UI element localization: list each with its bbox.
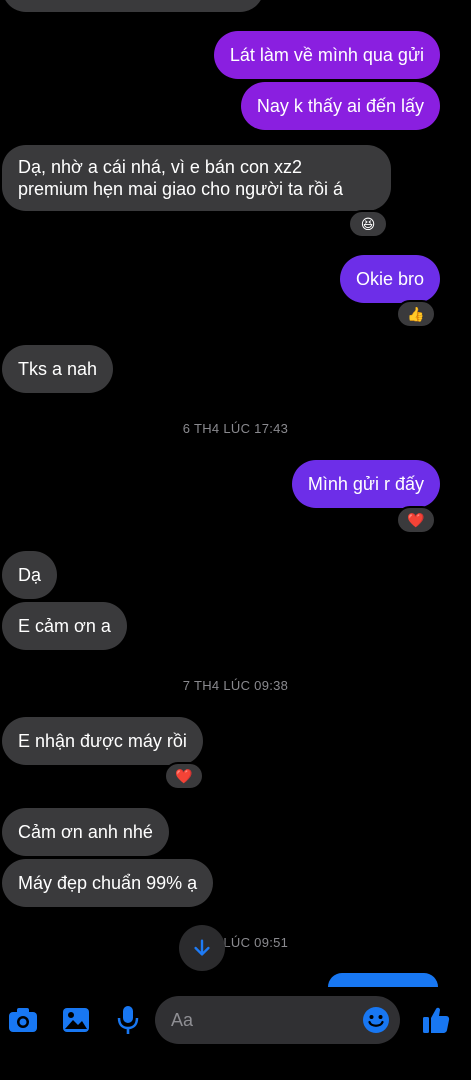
message-bubble-partial[interactable] xyxy=(328,973,438,987)
microphone-icon[interactable] xyxy=(111,1004,145,1036)
timestamp: 7 TH4 LÚC 09:51 xyxy=(182,935,289,950)
message-bubble-incoming[interactable]: Tks a nah xyxy=(2,345,114,393)
message-bubble-incoming[interactable]: Dạ xyxy=(2,551,58,599)
message-bubble-outgoing[interactable]: Okie bro xyxy=(339,255,440,303)
camera-icon[interactable] xyxy=(6,1004,40,1036)
message-line: premium hẹn mai giao cho người ta rồi á xyxy=(18,179,344,199)
timestamp: 6 TH4 LÚC 17:43 xyxy=(182,421,289,436)
reaction-thumbs-up-badge[interactable]: 👍 xyxy=(396,300,436,328)
message-bubble-outgoing[interactable]: Mình gửi r đấy xyxy=(291,460,440,508)
message-bubble-outgoing[interactable]: Lát làm về mình qua gửi xyxy=(213,31,440,79)
reaction-heart-badge[interactable]: ❤️ xyxy=(396,506,436,534)
message-bubble-incoming[interactable]: Cảm ơn anh nhé xyxy=(2,808,169,856)
arrow-down-icon xyxy=(194,939,210,956)
message-bubble-incoming[interactable]: E cảm ơn a xyxy=(2,602,127,650)
thumbs-up-icon[interactable] xyxy=(419,1004,453,1036)
gallery-icon[interactable] xyxy=(59,1004,93,1036)
message-bubble-outgoing[interactable]: Nay k thấy ai đến lấy xyxy=(240,82,440,130)
message-bubble-incoming[interactable]: E nhận được máy rồi xyxy=(2,717,203,765)
message-line: Dạ, nhờ a cái nhá, vì e bán con xz2 xyxy=(18,157,302,177)
emoji-icon[interactable] xyxy=(359,1004,393,1036)
message-bubble-partial[interactable] xyxy=(2,0,264,12)
reaction-heart-badge[interactable]: ❤️ xyxy=(164,762,204,790)
message-bubble-incoming[interactable]: Dạ, nhờ a cái nhá, vì e bán con xz2 prem… xyxy=(2,145,391,211)
reaction-laugh-badge[interactable]: 😆 xyxy=(348,210,388,238)
chat-screen: Lát làm về mình qua gửi Nay k thấy ai đế… xyxy=(0,0,471,1080)
message-bubble-incoming[interactable]: Máy đẹp chuẩn 99% ạ xyxy=(2,859,214,907)
message-composer: Aa xyxy=(0,990,471,1050)
scroll-to-bottom-button[interactable] xyxy=(179,925,225,971)
timestamp: 7 TH4 LÚC 09:38 xyxy=(182,678,289,693)
